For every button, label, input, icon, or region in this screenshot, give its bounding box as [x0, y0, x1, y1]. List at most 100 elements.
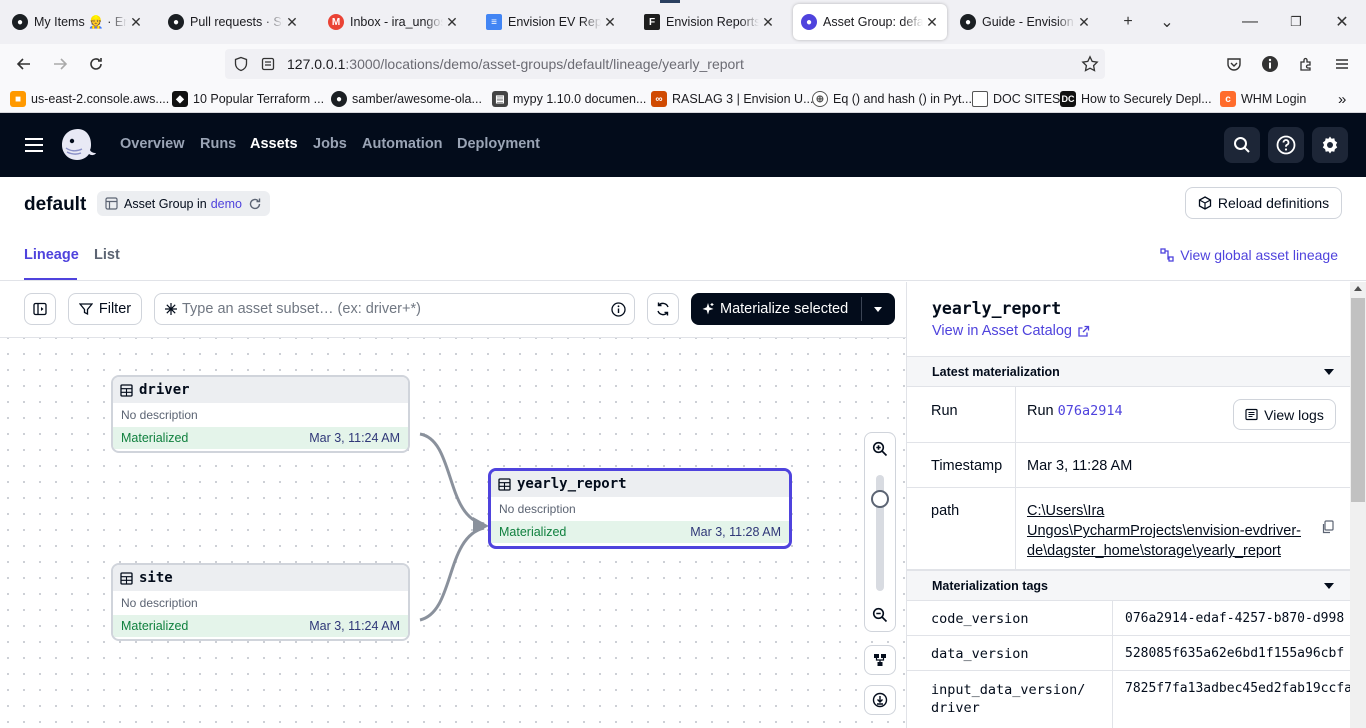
hamburger-icon[interactable]: [24, 137, 44, 156]
search-icon[interactable]: [1224, 127, 1260, 163]
copy-icon[interactable]: [1321, 520, 1334, 534]
new-tab-icon[interactable]: +: [1116, 10, 1140, 34]
tab-list[interactable]: List: [94, 247, 120, 263]
nav-deployment[interactable]: Deployment: [457, 136, 540, 152]
view-global-lineage-link[interactable]: View global asset lineage: [1160, 247, 1338, 263]
nav-runs[interactable]: Runs: [200, 136, 236, 152]
address-bar[interactable]: 127.0.0.1:3000/locations/demo/asset-grou…: [225, 49, 1105, 79]
status-label: Materialized: [121, 431, 189, 445]
back-icon[interactable]: [12, 52, 36, 76]
browser-tab[interactable]: F Envision Reports – ✕: [636, 4, 783, 40]
bookmark-item[interactable]: ■ us-east-2.console.aws....: [10, 90, 169, 108]
path-link[interactable]: C:\Users\Ira Ungos\PycharmProjects\envis…: [1027, 501, 1312, 561]
asset-selection-field[interactable]: [154, 293, 635, 325]
view-in-catalog-link[interactable]: View in Asset Catalog: [932, 323, 1090, 339]
filter-button[interactable]: Filter: [68, 293, 142, 325]
scrollbar-thumb[interactable]: [1351, 298, 1365, 502]
nav-jobs[interactable]: Jobs: [313, 136, 347, 152]
lineage-graph[interactable]: Filter Materialize selected: [0, 282, 907, 728]
close-icon[interactable]: ✕: [445, 14, 459, 31]
materialized-timestamp[interactable]: Mar 3, 11:28 AM: [690, 525, 781, 539]
bookmark-label: 10 Popular Terraform ...: [193, 92, 325, 106]
location-link[interactable]: demo: [211, 197, 242, 211]
shield-icon[interactable]: [233, 56, 249, 75]
info-icon[interactable]: [1258, 52, 1282, 76]
bookmark-item[interactable]: ◆ 10 Popular Terraform ...: [172, 90, 324, 108]
restore-icon[interactable]: ❐: [1284, 10, 1308, 34]
zoom-out-icon[interactable]: [872, 607, 888, 626]
asset-node-driver[interactable]: driver No description Materialized Mar 3…: [111, 375, 410, 453]
browser-tab[interactable]: ≡ Envision EV Reports ✕: [478, 4, 625, 40]
refresh-location-icon[interactable]: [248, 197, 262, 211]
close-icon[interactable]: ✕: [129, 14, 143, 31]
dagster-logo[interactable]: [58, 126, 98, 167]
zoom-in-icon[interactable]: [872, 441, 888, 460]
close-icon[interactable]: ✕: [1077, 14, 1091, 31]
page-info-icon[interactable]: [260, 56, 276, 75]
info-icon[interactable]: [611, 302, 626, 317]
chevron-down-icon[interactable]: [874, 307, 882, 312]
asset-node-site[interactable]: site No description Materialized Mar 3, …: [111, 563, 410, 641]
close-icon[interactable]: ✕: [603, 14, 617, 31]
browser-tab[interactable]: M Inbox - ira_ungos@ ✕: [320, 4, 467, 40]
bookmark-item[interactable]: ● samber/awesome-ola...: [331, 90, 482, 108]
browser-tab[interactable]: ● Guide - Envision EV ✕: [952, 4, 1099, 40]
zoom-slider-handle[interactable]: [871, 489, 889, 508]
materialization-tags-header[interactable]: Materialization tags: [907, 570, 1350, 601]
extensions-icon[interactable]: [1294, 52, 1318, 76]
latest-materialization-header[interactable]: Latest materialization: [907, 356, 1350, 387]
reload-definitions-button[interactable]: Reload definitions: [1185, 187, 1342, 219]
zoom-slider-track[interactable]: [871, 475, 889, 591]
asset-node-header: yearly_report: [491, 471, 789, 497]
menu-icon[interactable]: [1330, 52, 1354, 76]
medium-icon: ◆: [172, 91, 188, 107]
close-icon[interactable]: ✕: [925, 14, 939, 31]
settings-gear-icon[interactable]: [1312, 127, 1348, 163]
refresh-graph-button[interactable]: [647, 293, 679, 325]
help-icon[interactable]: [1268, 127, 1304, 163]
scroll-up-icon[interactable]: [1354, 286, 1362, 291]
chevron-down-icon: [1324, 369, 1334, 375]
materialize-selected-button[interactable]: Materialize selected: [691, 293, 895, 325]
view-logs-button[interactable]: View logs: [1233, 399, 1336, 430]
layout-graph-button[interactable]: [864, 645, 896, 675]
nav-overview[interactable]: Overview: [120, 136, 185, 152]
run-id-link[interactable]: 076a2914: [1058, 403, 1123, 419]
dropdown-divider: [861, 297, 862, 321]
more-bookmarks-icon[interactable]: »: [1338, 90, 1346, 108]
pocket-icon[interactable]: [1222, 52, 1246, 76]
browser-tab[interactable]: ● My Items 👷 · Envis ✕: [4, 4, 151, 40]
envision-icon: ∞: [651, 91, 667, 107]
nav-automation[interactable]: Automation: [362, 136, 443, 152]
url-text[interactable]: 127.0.0.1:3000/locations/demo/asset-grou…: [287, 56, 744, 72]
tab-title: Guide - Envision EV: [982, 15, 1075, 29]
asset-selection-input[interactable]: [182, 301, 602, 317]
asset-node-yearly_report[interactable]: yearly_report No description Materialize…: [488, 468, 792, 549]
browser-tab[interactable]: ● Pull requests · Soler ✕: [160, 4, 307, 40]
bookmark-item[interactable]: ⊕ Eq () and hash () in Pyt...: [812, 90, 972, 108]
bookmark-item[interactable]: DOC SITES: [972, 90, 1060, 108]
nav-assets[interactable]: Assets: [250, 136, 298, 152]
materialize-label: Materialize selected: [720, 301, 849, 317]
download-graph-button[interactable]: [864, 685, 896, 715]
bookmark-star-icon[interactable]: [1081, 55, 1099, 76]
asset-title: yearly_report: [932, 299, 1062, 318]
reload-icon[interactable]: [84, 52, 108, 76]
materialized-timestamp[interactable]: Mar 3, 11:24 AM: [309, 431, 400, 445]
close-window-icon[interactable]: ✕: [1330, 10, 1354, 34]
bookmark-item[interactable]: DC How to Securely Depl...: [1060, 90, 1212, 108]
bookmark-item[interactable]: ∞ RASLAG 3 | Envision U...: [651, 90, 814, 108]
close-icon[interactable]: ✕: [285, 14, 299, 31]
materialized-timestamp[interactable]: Mar 3, 11:24 AM: [309, 619, 400, 633]
asset-status-bar: Materialized Mar 3, 11:24 AM: [113, 427, 408, 449]
panel-scrollbar[interactable]: [1350, 282, 1366, 728]
browser-tab-active[interactable]: ● Asset Group: defau ✕: [793, 4, 947, 40]
close-icon[interactable]: ✕: [761, 14, 775, 31]
toggle-sidebar-button[interactable]: [24, 293, 56, 325]
tab-lineage[interactable]: Lineage: [24, 247, 79, 263]
list-tabs-icon[interactable]: ⌄: [1155, 10, 1179, 34]
bookmark-item[interactable]: ▤ mypy 1.10.0 documen...: [492, 90, 646, 108]
forward-icon[interactable]: [48, 52, 72, 76]
minimize-icon[interactable]: —: [1238, 10, 1262, 34]
bookmark-item[interactable]: c WHM Login: [1220, 90, 1306, 108]
